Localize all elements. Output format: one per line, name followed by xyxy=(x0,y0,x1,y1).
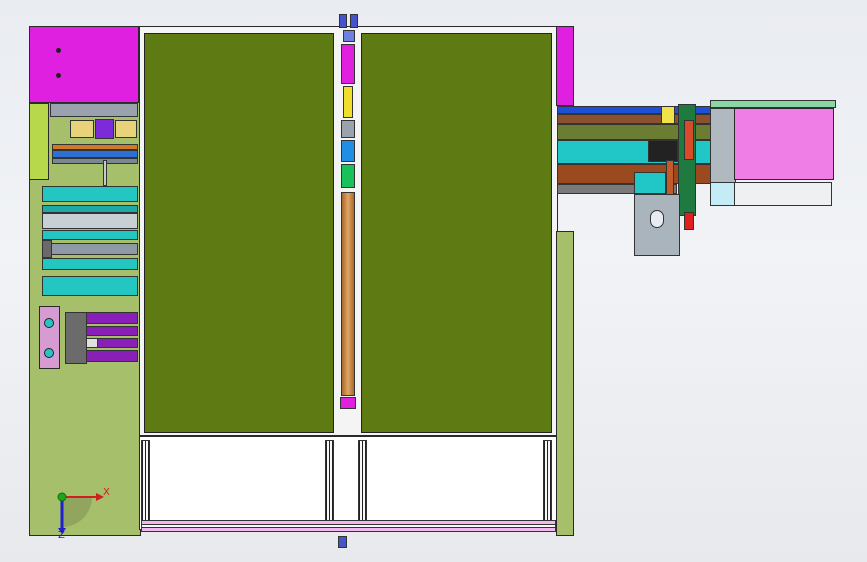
triad-x-label: X xyxy=(103,487,110,498)
triad-z-label: Z xyxy=(58,530,65,541)
triad-shadow xyxy=(62,497,92,527)
triad-y-origin xyxy=(57,492,67,502)
coordinate-triad xyxy=(57,492,104,534)
cad-viewport[interactable]: X Y Z xyxy=(0,0,867,562)
